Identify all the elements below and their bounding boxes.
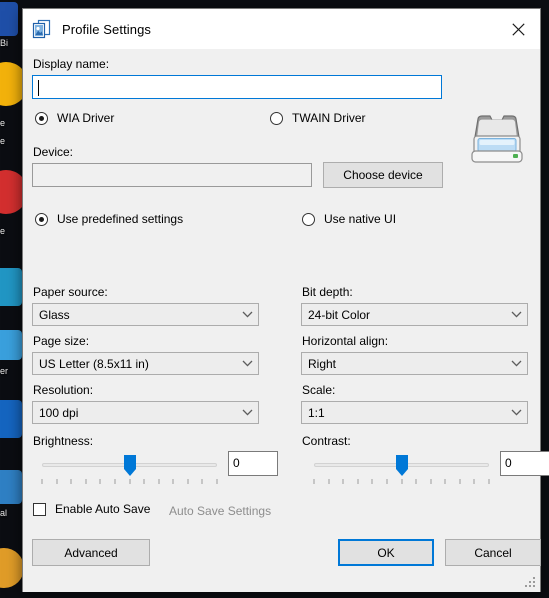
profile-settings-dialog: Profile Settings Display name: WIA Drive… <box>22 8 549 592</box>
radio-use-predefined-settings-label: Use predefined settings <box>57 212 184 226</box>
desktop-icon-label: e <box>0 226 6 236</box>
advanced-label: Advanced <box>64 545 118 560</box>
contrast-slider[interactable] <box>313 453 490 487</box>
scale-select[interactable]: 1:1 <box>301 401 528 424</box>
horizontal-align-select[interactable]: Right <box>301 352 528 375</box>
slider-thumb[interactable] <box>123 455 136 476</box>
bit-depth-value: 24-bit Color <box>308 307 371 322</box>
brightness-slider[interactable] <box>41 453 218 487</box>
radio-use-predefined-settings[interactable]: Use predefined settings <box>35 212 183 226</box>
radio-use-native-ui-label: Use native UI <box>324 212 397 226</box>
chevron-down-icon <box>505 311 527 318</box>
ok-label: OK <box>377 545 395 560</box>
cancel-button[interactable]: Cancel <box>445 539 541 566</box>
radio-unselected-icon <box>270 111 283 125</box>
choose-device-label: Choose device <box>343 168 423 182</box>
chevron-down-icon <box>236 311 258 318</box>
resolution-label: Resolution: <box>33 383 94 397</box>
contrast-value: 0 <box>505 456 512 470</box>
resolution-select[interactable]: 100 dpi <box>32 401 259 424</box>
page-size-label: Page size: <box>33 334 90 348</box>
radio-selected-icon <box>35 212 48 226</box>
desktop-icon-label: e <box>0 136 6 146</box>
display-name-label: Display name: <box>33 57 110 71</box>
desktop-icon-label: er <box>0 366 9 376</box>
display-name-input[interactable] <box>32 75 442 99</box>
slider-ticks <box>313 479 490 485</box>
window-title: Profile Settings <box>62 21 152 37</box>
desktop-icon[interactable] <box>0 548 24 588</box>
desktop-icon[interactable] <box>0 330 22 360</box>
cancel-label: Cancel <box>474 545 512 560</box>
horizontal-align-label: Horizontal align: <box>302 334 389 348</box>
paper-source-select[interactable]: Glass <box>32 303 259 326</box>
resolution-value: 100 dpi <box>39 405 79 420</box>
desktop-icon[interactable] <box>0 400 22 438</box>
ok-button[interactable]: OK <box>338 539 434 566</box>
radio-twain-driver[interactable]: TWAIN Driver <box>270 111 366 125</box>
scale-value: 1:1 <box>308 405 325 420</box>
text-caret <box>38 80 39 96</box>
page-size-select[interactable]: US Letter (8.5x11 in) <box>32 352 259 375</box>
brightness-label: Brightness: <box>33 434 94 448</box>
contrast-value-input[interactable]: 0 <box>500 451 549 476</box>
scale-label: Scale: <box>302 383 336 397</box>
chevron-down-icon <box>505 360 527 367</box>
enable-auto-save-checkbox[interactable]: Enable Auto Save <box>33 502 150 516</box>
radio-twain-driver-label: TWAIN Driver <box>292 111 366 125</box>
radio-wia-driver[interactable]: WIA Driver <box>35 111 114 125</box>
resize-grip[interactable] <box>525 577 537 589</box>
page-size-value: US Letter (8.5x11 in) <box>39 356 149 371</box>
advanced-button[interactable]: Advanced <box>32 539 150 566</box>
radio-selected-icon <box>35 111 48 125</box>
auto-save-settings-link: Auto Save Settings <box>169 504 272 518</box>
paper-source-label: Paper source: <box>33 285 108 299</box>
slider-ticks <box>41 479 218 485</box>
desktop-icon[interactable] <box>0 470 22 504</box>
enable-auto-save-label: Enable Auto Save <box>55 502 151 516</box>
horizontal-align-value: Right <box>308 356 337 371</box>
scanner-device-icon <box>471 115 523 163</box>
desktop-icon-label: Bi <box>0 38 9 48</box>
choose-device-button[interactable]: Choose device <box>323 162 443 188</box>
desktop-icon-label: al <box>0 508 8 518</box>
device-input[interactable] <box>32 163 312 187</box>
contrast-label: Contrast: <box>302 434 351 448</box>
radio-wia-driver-label: WIA Driver <box>57 111 115 125</box>
bit-depth-select[interactable]: 24-bit Color <box>301 303 528 326</box>
title-bar[interactable]: Profile Settings <box>23 9 540 49</box>
checkbox-unchecked-icon <box>33 502 46 516</box>
chevron-down-icon <box>236 360 258 367</box>
chevron-down-icon <box>505 409 527 416</box>
desktop-icon[interactable] <box>0 268 22 306</box>
close-icon[interactable] <box>496 9 540 49</box>
brightness-value-input[interactable]: 0 <box>228 451 278 476</box>
desktop-icon-label: e <box>0 118 6 128</box>
bit-depth-label: Bit depth: <box>302 285 353 299</box>
paper-source-value: Glass <box>39 307 70 322</box>
radio-unselected-icon <box>302 212 315 226</box>
slider-thumb[interactable] <box>395 455 408 476</box>
chevron-down-icon <box>236 409 258 416</box>
radio-use-native-ui[interactable]: Use native UI <box>302 212 396 226</box>
desktop-icon[interactable] <box>0 2 18 36</box>
profile-settings-icon <box>32 19 51 39</box>
dialog-body: Display name: WIA Driver TWAIN Driver De… <box>23 49 549 592</box>
brightness-value: 0 <box>233 456 240 470</box>
device-label: Device: <box>33 145 74 159</box>
